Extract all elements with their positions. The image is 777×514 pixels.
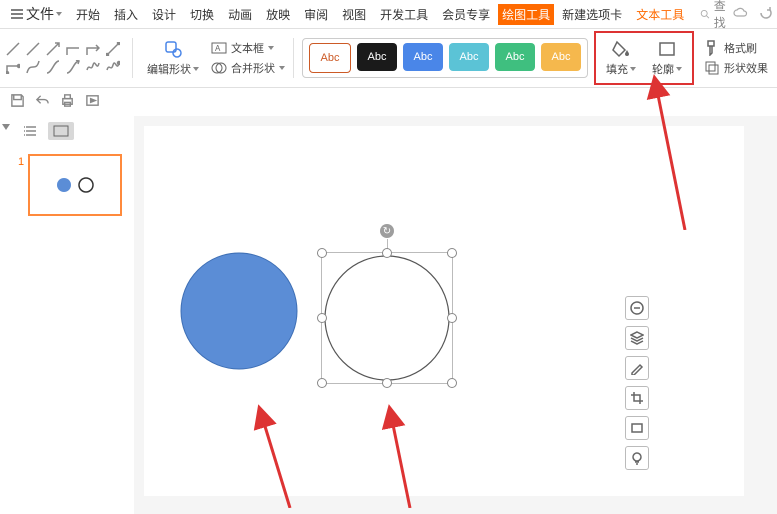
- outline-view-icon: [24, 125, 38, 137]
- workspace: 1 ↻: [0, 116, 777, 514]
- divider: [132, 38, 133, 78]
- edit-shape-button[interactable]: 编辑形状: [141, 35, 205, 81]
- chevron-down-icon: [56, 12, 62, 16]
- style-swatch-6[interactable]: Abc: [541, 43, 581, 71]
- style-swatch-4[interactable]: Abc: [449, 43, 489, 71]
- thumbnail-view-icon: [53, 125, 69, 137]
- menu-text-tool[interactable]: 文本工具: [630, 4, 690, 25]
- shape-curve-icon: [26, 60, 40, 74]
- menu-vip[interactable]: 会员专享: [436, 4, 496, 25]
- shape-line2-icon: [26, 42, 40, 56]
- fill-outline-group: 填充 轮廓: [594, 31, 694, 85]
- style-swatch-1[interactable]: Abc: [309, 43, 351, 73]
- menu-file[interactable]: 文件: [4, 2, 68, 26]
- menu-slideshow[interactable]: 放映: [260, 4, 296, 25]
- resize-handle-sw[interactable]: [317, 378, 327, 388]
- selection-box[interactable]: ↻: [321, 252, 453, 384]
- resize-handle-e[interactable]: [447, 313, 457, 323]
- qa-preview-icon[interactable]: [85, 93, 100, 111]
- fill-icon: [611, 40, 631, 58]
- style-gallery[interactable]: Abc Abc Abc Abc Abc Abc: [302, 38, 588, 78]
- menu-design[interactable]: 设计: [146, 4, 182, 25]
- slide-index: 1: [18, 154, 24, 168]
- outline-icon: [657, 40, 677, 58]
- resize-handle-w[interactable]: [317, 313, 327, 323]
- svg-text:A: A: [215, 44, 221, 53]
- slide-canvas[interactable]: ↻: [144, 126, 744, 496]
- combine-shape-button[interactable]: 合并形状: [211, 60, 285, 76]
- edit-shape-icon: [164, 40, 182, 58]
- layers-button[interactable]: [625, 326, 649, 350]
- menu-devtools[interactable]: 开发工具: [374, 4, 434, 25]
- resize-handle-ne[interactable]: [447, 248, 457, 258]
- style-swatch-5[interactable]: Abc: [495, 43, 535, 71]
- resize-handle-n[interactable]: [382, 248, 392, 258]
- combine-icon: [211, 60, 227, 76]
- rect-button[interactable]: [625, 416, 649, 440]
- shape-blue-circle[interactable]: [179, 251, 299, 371]
- style-swatch-3[interactable]: Abc: [403, 43, 443, 71]
- thumb-circle-outline-icon: [77, 176, 95, 194]
- fill-button[interactable]: 填充: [600, 35, 642, 81]
- shape-gallery[interactable]: [6, 42, 124, 74]
- menu-drawing-tools[interactable]: 绘图工具: [498, 4, 554, 25]
- quick-access-bar: [0, 88, 777, 116]
- left-gutter: [0, 116, 12, 514]
- menu-view[interactable]: 视图: [336, 4, 372, 25]
- shape-elbow-arrow-icon: [86, 42, 100, 56]
- qa-undo-icon[interactable]: [35, 93, 50, 111]
- rotate-handle[interactable]: ↻: [380, 224, 394, 238]
- shape-scribble-icon: [86, 60, 100, 74]
- menu-bar: 文件 开始 插入 设计 切换 动画 放映 审阅 视图 开发工具 会员专享 绘图工…: [0, 0, 777, 29]
- menu-start[interactable]: 开始: [70, 4, 106, 25]
- collapse-icon[interactable]: [2, 124, 10, 130]
- shape-effects-button[interactable]: 形状效果: [704, 60, 768, 76]
- search-icon: [700, 7, 710, 21]
- shape-fx-icon: [704, 60, 720, 76]
- textbox-icon: A: [211, 40, 227, 56]
- thumbnail-view-button[interactable]: [48, 122, 74, 140]
- shape-arrow-icon: [46, 42, 60, 56]
- divider: [293, 38, 294, 78]
- zoom-out-button[interactable]: [625, 296, 649, 320]
- format-brush-icon: [704, 40, 720, 56]
- menu-insert[interactable]: 插入: [108, 4, 144, 25]
- slide-thumbnail-1[interactable]: [28, 154, 122, 216]
- titlebar-right: ⋮: [732, 5, 777, 24]
- hamburger-icon: [10, 8, 24, 20]
- cloud-icon[interactable]: [732, 5, 748, 24]
- shape-connector-icon: [106, 42, 120, 56]
- menu-new-tab[interactable]: 新建选项卡: [556, 4, 628, 25]
- ribbon-toolbar: 编辑形状 A 文本框 合并形状 Abc Abc Abc Abc Abc Abc …: [0, 29, 777, 88]
- format-brush-button[interactable]: 格式刷: [704, 40, 768, 56]
- outline-view-button[interactable]: [18, 122, 44, 140]
- pen-button[interactable]: [625, 356, 649, 380]
- outline-button[interactable]: 轮廓: [646, 35, 688, 81]
- shape-line-icon: [6, 42, 20, 56]
- idea-button[interactable]: [625, 446, 649, 470]
- textbox-button[interactable]: A 文本框: [211, 40, 285, 56]
- shape-curve2-icon: [46, 60, 60, 74]
- thumb-circle-blue-icon: [55, 176, 73, 194]
- menu-animation[interactable]: 动画: [222, 4, 258, 25]
- resize-handle-nw[interactable]: [317, 248, 327, 258]
- resize-handle-s[interactable]: [382, 378, 392, 388]
- resize-handle-se[interactable]: [447, 378, 457, 388]
- style-swatch-2[interactable]: Abc: [357, 43, 397, 71]
- shape-curve-arrow-icon: [66, 60, 80, 74]
- menu-review[interactable]: 审阅: [298, 4, 334, 25]
- shape-outline-circle[interactable]: [322, 253, 452, 383]
- shape-elbow-icon: [66, 42, 80, 56]
- slide-panel: 1: [12, 116, 134, 514]
- floating-toolbar: [625, 296, 649, 470]
- qa-print-icon[interactable]: [60, 93, 75, 111]
- refresh-icon[interactable]: [758, 5, 774, 24]
- qa-save-icon[interactable]: [10, 93, 25, 111]
- menu-transition[interactable]: 切换: [184, 4, 220, 25]
- shape-connector2-icon: [6, 60, 20, 74]
- shape-freeform-icon: [106, 60, 120, 74]
- search-box[interactable]: 查找: [700, 0, 730, 31]
- crop-button[interactable]: [625, 386, 649, 410]
- canvas-area[interactable]: ↻: [134, 116, 777, 514]
